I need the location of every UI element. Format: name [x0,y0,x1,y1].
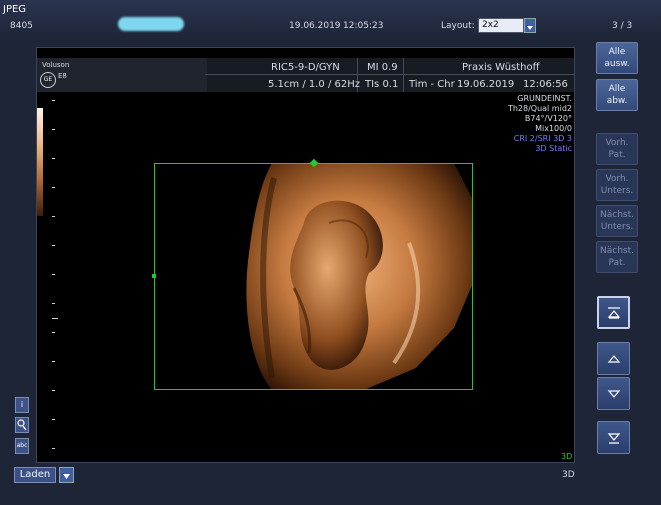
roi-handle-left[interactable] [152,274,156,278]
search-button[interactable] [15,417,29,433]
operator-name: Tim - Chr [409,79,455,90]
layout-select[interactable]: 2x2 [478,18,524,33]
header-date: 19.06.2019 [289,21,341,31]
info-divider [205,74,574,75]
page-counter: 3 / 3 [612,21,633,31]
info-button[interactable]: i [15,397,29,413]
prev-patient-button[interactable]: Vorh. Pat. [596,133,638,165]
viewport-mode-label: 3D [561,452,573,461]
mi-value: MI 0.9 [367,62,398,73]
param-line: B74°/V120° [524,114,572,123]
institution-name: Praxis Wüsthoff [462,62,540,73]
deselect-all-button[interactable]: Alle abw. [596,79,638,111]
next-exam-button[interactable]: Nächst. Unters. [596,205,638,237]
next-patient-button[interactable]: Nächst. Pat. [596,241,638,273]
redacted-patient-name [118,17,184,31]
scroll-top-icon [607,306,620,319]
layout-dropdown-button[interactable] [524,18,536,33]
format-label: JPEG [3,4,27,15]
prev-exam-button[interactable]: Vorh. Unters. [596,169,638,201]
scroll-bottom-icon [607,432,620,444]
load-dropdown-button[interactable] [59,467,74,483]
tis-value: TIs 0.1 [365,79,399,90]
patient-id: 8405 [10,21,33,31]
chevron-down-icon [527,26,533,30]
param-line: 3D Static [535,144,572,153]
header-time: 12:05:23 [343,21,384,31]
param-line: GRUNDEINST. [517,94,572,103]
scroll-down-button[interactable] [597,377,630,410]
scan-time: 12:06:56 [523,79,568,90]
scroll-up-button[interactable] [597,342,630,375]
param-line: CRI 2/SRI 3D 3 [513,134,572,143]
layout-label: Layout: [441,21,475,31]
scan-date: 19.06.2019 [457,79,515,90]
ge-logo-icon: GE [40,72,56,88]
depth-scale [52,100,58,460]
chevron-up-icon [607,354,620,363]
model-label: E8 [58,72,67,80]
depth-frequency: 5.1cm / 1.0 / 62Hz [268,79,360,90]
color-map-bar [37,108,43,216]
load-button[interactable]: Laden [14,467,56,483]
search-icon [17,419,27,431]
roi-box[interactable] [154,163,473,390]
param-line: Th28/Qual mid2 [507,104,572,113]
scroll-top-button[interactable] [597,296,630,329]
annotation-button[interactable]: abc [15,438,29,454]
param-line: Mix100/0 [535,124,572,133]
scroll-bottom-button[interactable] [597,421,630,454]
chevron-down-icon [607,389,620,398]
top-bar [0,0,661,40]
chevron-down-icon [63,474,70,479]
probe-label: RIC5-9-D/GYN [271,62,340,73]
bottom-mode-label: 3D [562,470,575,480]
brand-label: Voluson [42,61,70,69]
info-divider [403,58,404,92]
select-all-button[interactable]: Alle ausw. [596,42,638,74]
